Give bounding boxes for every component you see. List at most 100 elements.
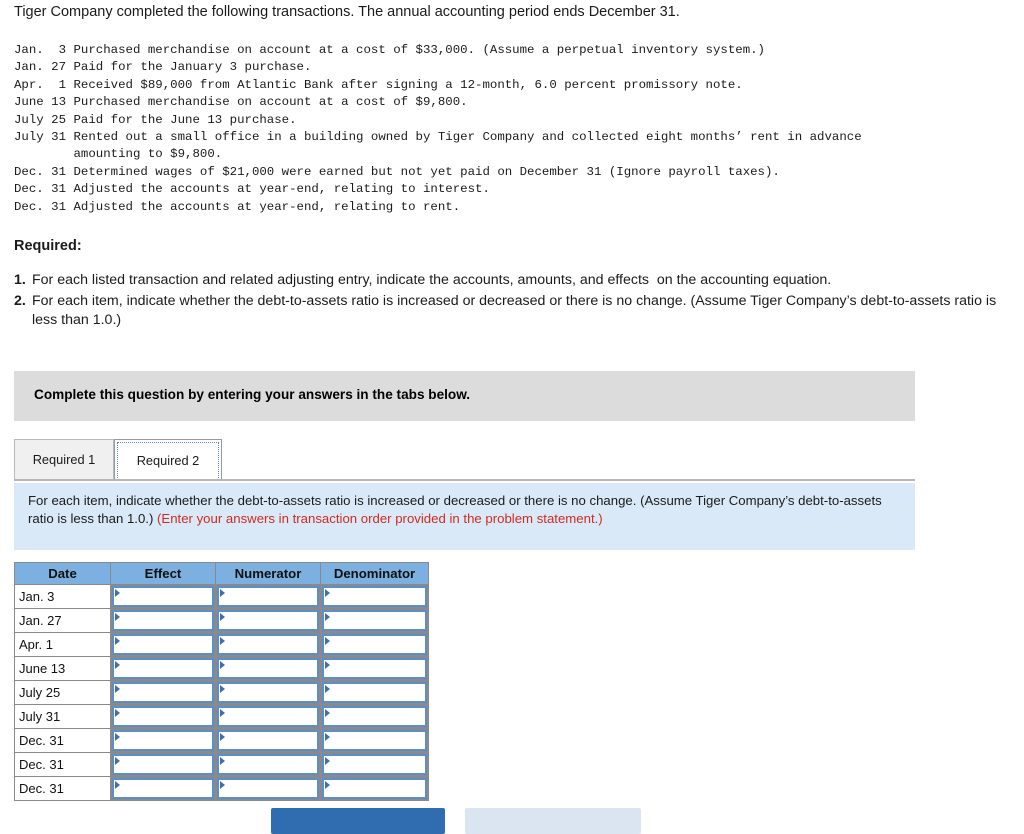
effect-dropdown[interactable]	[112, 634, 214, 655]
dropdown-arrow-icon	[115, 661, 120, 669]
tab-label: Required 2	[136, 452, 200, 468]
numerator-dropdown[interactable]	[217, 778, 319, 799]
cell-effect	[110, 680, 216, 705]
cell-denominator	[320, 656, 429, 681]
required-item-number: 1.	[14, 272, 26, 288]
effect-dropdown[interactable]	[112, 754, 214, 775]
cell-effect	[110, 776, 216, 801]
column-header-denominator: Denominator	[320, 562, 429, 585]
dropdown-arrow-icon	[325, 709, 330, 717]
table-row: Apr. 1	[14, 632, 429, 657]
tab-underline-divider	[14, 479, 915, 481]
dropdown-arrow-icon	[220, 685, 225, 693]
denominator-dropdown[interactable]	[322, 586, 427, 607]
cell-numerator	[215, 776, 321, 801]
cell-denominator	[320, 728, 429, 753]
transaction-line: Jan. 27 Paid for the January 3 purchase.	[14, 60, 312, 75]
numerator-dropdown[interactable]	[217, 682, 319, 703]
primary-action-button[interactable]	[271, 808, 445, 834]
answer-table: Date Effect Numerator Denominator Jan. 3 Jan…	[14, 562, 429, 801]
secondary-action-button[interactable]	[465, 808, 641, 834]
dropdown-arrow-icon	[325, 613, 330, 621]
cell-denominator	[320, 584, 429, 609]
dropdown-arrow-icon	[325, 589, 330, 597]
denominator-dropdown[interactable]	[322, 610, 427, 631]
dropdown-arrow-icon	[115, 757, 120, 765]
cell-numerator	[215, 704, 321, 729]
denominator-dropdown[interactable]	[322, 778, 427, 799]
dropdown-arrow-icon	[220, 781, 225, 789]
dropdown-arrow-icon	[325, 685, 330, 693]
denominator-dropdown[interactable]	[322, 730, 427, 751]
numerator-dropdown[interactable]	[217, 634, 319, 655]
required-item-number: 2.	[14, 292, 26, 309]
table-row: June 13	[14, 656, 429, 681]
dropdown-arrow-icon	[220, 637, 225, 645]
cell-numerator	[215, 728, 321, 753]
effect-dropdown[interactable]	[112, 682, 214, 703]
dropdown-arrow-icon	[325, 733, 330, 741]
required-items-list: 1. For each listed transaction and relate…	[14, 271, 1006, 332]
effect-dropdown[interactable]	[112, 706, 214, 727]
cell-numerator	[215, 608, 321, 633]
effect-dropdown[interactable]	[112, 610, 214, 631]
cell-date: Jan. 3	[14, 584, 111, 609]
intro-paragraph: Tiger Company completed the following tr…	[14, 4, 680, 20]
cell-effect	[110, 656, 216, 681]
required-item: 2. For each item, indicate whether the de…	[14, 292, 1006, 331]
tab-label: Required 1	[32, 452, 96, 467]
numerator-dropdown[interactable]	[217, 586, 319, 607]
denominator-dropdown[interactable]	[322, 754, 427, 775]
transaction-line: Dec. 31 Adjusted the accounts at year-en…	[14, 199, 461, 214]
denominator-dropdown[interactable]	[322, 682, 427, 703]
cell-denominator	[320, 608, 429, 633]
tab-required-2[interactable]: Required 2	[114, 439, 222, 480]
dropdown-arrow-icon	[325, 757, 330, 765]
tab-required-1[interactable]: Required 1	[14, 439, 114, 480]
dropdown-arrow-icon	[115, 589, 120, 597]
numerator-dropdown[interactable]	[217, 706, 319, 727]
table-row: Dec. 31	[14, 776, 429, 801]
cell-numerator	[215, 752, 321, 777]
table-row: Jan. 27	[14, 608, 429, 633]
table-row: July 31	[14, 704, 429, 729]
cell-numerator	[215, 632, 321, 657]
cell-denominator	[320, 752, 429, 777]
column-header-date: Date	[14, 562, 111, 585]
transaction-line: June 13 Purchased merchandise on account…	[14, 95, 468, 110]
numerator-dropdown[interactable]	[217, 658, 319, 679]
table-row: Dec. 31	[14, 752, 429, 777]
dropdown-arrow-icon	[115, 637, 120, 645]
numerator-dropdown[interactable]	[217, 610, 319, 631]
numerator-dropdown[interactable]	[217, 754, 319, 775]
column-header-numerator: Numerator	[215, 562, 321, 585]
column-header-effect: Effect	[110, 562, 216, 585]
cell-denominator	[320, 632, 429, 657]
cell-date: June 13	[14, 656, 111, 681]
cell-date: Dec. 31	[14, 728, 111, 753]
table-row: July 25	[14, 680, 429, 705]
cell-effect	[110, 704, 216, 729]
effect-dropdown[interactable]	[112, 778, 214, 799]
transaction-list: Jan. 3 Purchased merchandise on account …	[14, 42, 862, 216]
denominator-dropdown[interactable]	[322, 658, 427, 679]
effect-dropdown[interactable]	[112, 586, 214, 607]
effect-dropdown[interactable]	[112, 730, 214, 751]
table-row: Dec. 31	[14, 728, 429, 753]
cell-effect	[110, 584, 216, 609]
cell-denominator	[320, 704, 429, 729]
dropdown-arrow-icon	[220, 757, 225, 765]
cell-effect	[110, 632, 216, 657]
required-item: 1. For each listed transaction and relate…	[14, 271, 1006, 291]
complete-question-text: Complete this question by entering your …	[34, 387, 471, 402]
denominator-dropdown[interactable]	[322, 634, 427, 655]
cell-date: Dec. 31	[14, 752, 111, 777]
instruction-text: For each item, indicate whether the debt…	[28, 492, 901, 527]
denominator-dropdown[interactable]	[322, 706, 427, 727]
cell-numerator	[215, 680, 321, 705]
tab-strip: Required 1 Required 2	[14, 439, 915, 481]
dropdown-arrow-icon	[220, 613, 225, 621]
numerator-dropdown[interactable]	[217, 730, 319, 751]
dropdown-arrow-icon	[115, 613, 120, 621]
effect-dropdown[interactable]	[112, 658, 214, 679]
